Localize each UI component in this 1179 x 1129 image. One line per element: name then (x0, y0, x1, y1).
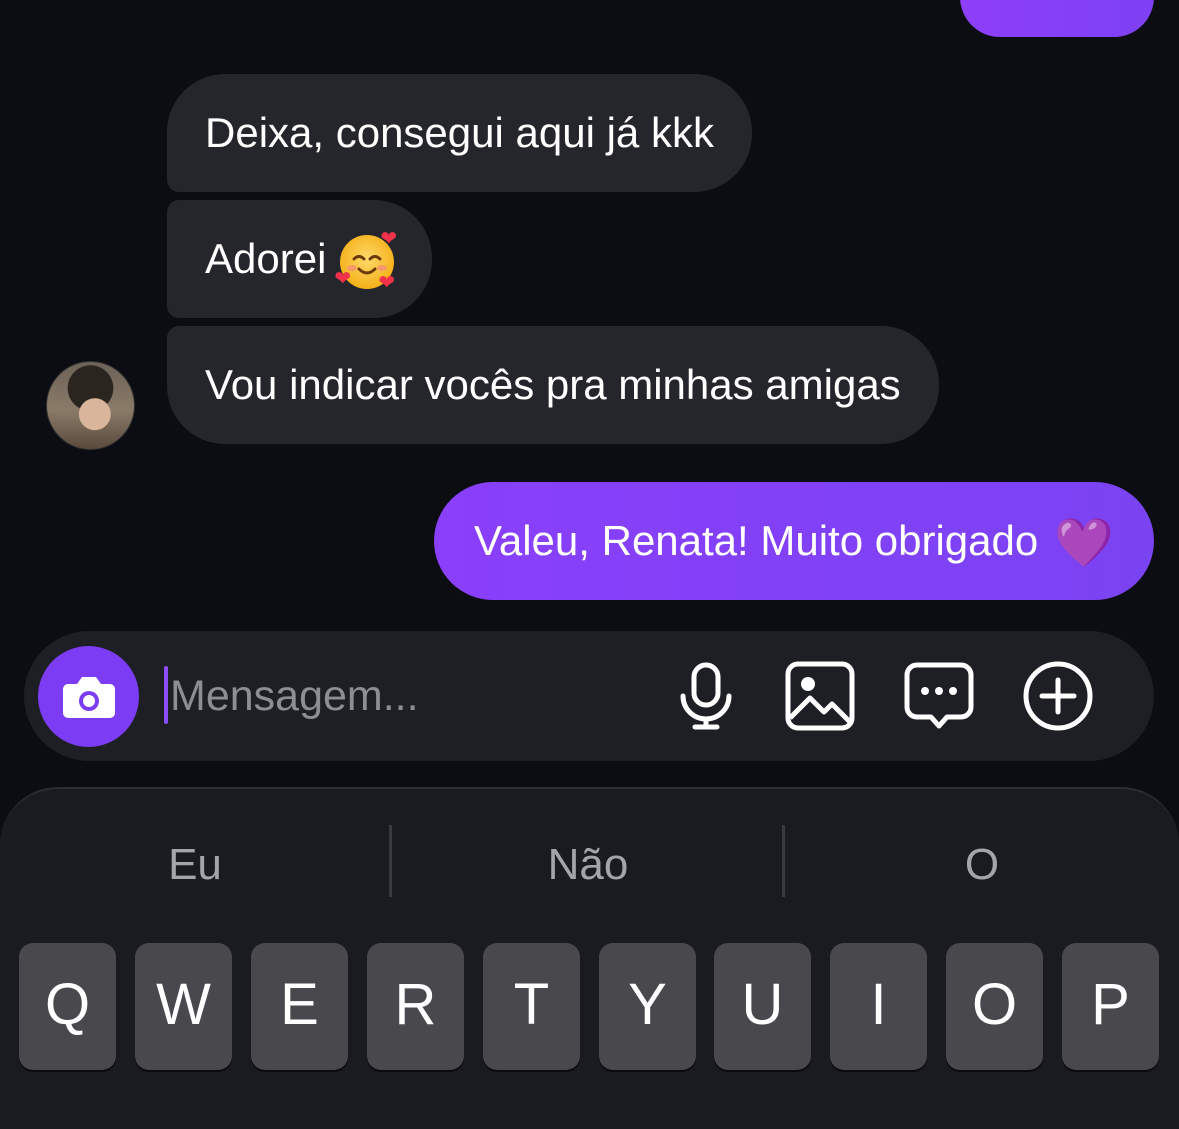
key-e[interactable]: E (251, 943, 348, 1070)
sticker-button[interactable] (903, 660, 975, 732)
image-icon (785, 661, 855, 731)
suggestion-1[interactable]: Eu (0, 830, 390, 900)
contact-avatar[interactable] (46, 361, 135, 450)
key-o[interactable]: O (946, 943, 1043, 1070)
incoming-message[interactable]: Adorei ❤ ❤ ❤ (167, 200, 433, 318)
key-i[interactable]: I (830, 943, 927, 1070)
message-dots-icon (904, 662, 974, 729)
key-q[interactable]: Q (19, 943, 116, 1070)
message-input[interactable] (170, 660, 650, 732)
key-r[interactable]: R (367, 943, 464, 1070)
purple-heart-icon: 💜 (1054, 516, 1114, 570)
message-text: Vou indicar vocês pra minhas amigas (205, 361, 901, 408)
key-w[interactable]: W (135, 943, 232, 1070)
key-u[interactable]: U (714, 943, 811, 1070)
gallery-button[interactable] (784, 660, 856, 732)
key-t[interactable]: T (483, 943, 580, 1070)
incoming-message[interactable]: Deixa, consegui aqui já kkk (167, 74, 752, 192)
outgoing-message[interactable]: Valeu, Renata! Muito obrigado 💜 (433, 482, 1154, 600)
suggestion-2[interactable]: Não (392, 830, 784, 900)
message-text: Adorei (205, 235, 327, 282)
key-y[interactable]: Y (599, 943, 696, 1070)
plus-circle-icon (1023, 661, 1093, 731)
incoming-message[interactable]: Vou indicar vocês pra minhas amigas (167, 326, 939, 444)
microphone-button[interactable] (670, 660, 742, 732)
message-text: Valeu, Renata! Muito obrigado (473, 517, 1039, 564)
text-cursor (164, 666, 168, 724)
message-text: Deixa, consegui aqui já kkk (205, 109, 714, 156)
previous-outgoing-bubble (960, 0, 1154, 37)
camera-button[interactable] (38, 646, 139, 747)
more-options-button[interactable] (1022, 660, 1094, 732)
key-p[interactable]: P (1062, 943, 1159, 1070)
camera-icon (63, 677, 115, 718)
microphone-icon (680, 662, 732, 730)
suggestion-3[interactable]: O (785, 830, 1179, 900)
smiling-face-with-hearts-icon: ❤ ❤ ❤ (334, 227, 398, 294)
